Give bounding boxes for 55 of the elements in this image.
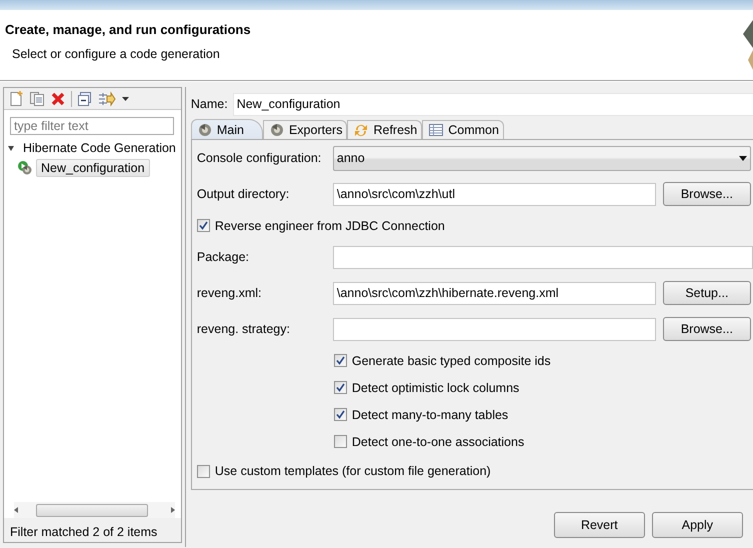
name-label: Name:	[190, 97, 228, 111]
text-field[interactable]	[332, 246, 753, 268]
logo-icon	[743, 20, 753, 70]
new-document-icon[interactable]	[8, 90, 24, 106]
checkbox-label: Use custom templates (for custom file generation)	[214, 464, 491, 478]
header-title: Create, manage, and run configurations	[4, 21, 251, 37]
field-label: Console configuration:	[196, 151, 322, 165]
text-field[interactable]: \anno\src\com\zzh\hibernate.reveng.xml	[332, 282, 656, 304]
push-button[interactable]: Setup...	[662, 281, 751, 305]
name-field[interactable]: New_configuration	[232, 92, 753, 116]
checkbox[interactable]	[334, 354, 347, 367]
copy-documents-icon[interactable]	[29, 90, 45, 106]
scroll-left-icon[interactable]	[14, 507, 18, 513]
tree-item[interactable]: New_configuration	[36, 159, 150, 177]
run-config-icon	[17, 160, 33, 176]
filter-arrows-icon[interactable]	[98, 90, 116, 106]
expander-icon[interactable]	[7, 143, 15, 153]
table-icon	[428, 122, 444, 138]
tab[interactable]: Common	[422, 120, 504, 139]
checkbox[interactable]	[196, 219, 210, 232]
field-label: Output directory:	[196, 187, 290, 201]
checkbox[interactable]	[196, 464, 210, 478]
header-subtitle: Select or configure a code generation	[11, 46, 221, 61]
checkbox-label: Generate basic typed composite ids	[352, 354, 551, 368]
checkbox[interactable]	[334, 435, 347, 448]
collapse-all-icon[interactable]	[77, 90, 93, 106]
text-field[interactable]	[332, 318, 656, 340]
field-label: Package:	[196, 250, 250, 264]
checkbox-label: Detect optimistic lock columns	[352, 380, 520, 394]
apply-button[interactable]: Apply	[652, 512, 743, 538]
caret-icon[interactable]	[738, 156, 747, 160]
tab[interactable]: Main	[190, 119, 263, 139]
dropdown[interactable]: anno	[332, 146, 751, 170]
checkbox-label: Detect one-to-one associations	[352, 434, 524, 448]
push-button[interactable]: Browse...	[662, 317, 751, 341]
delete-icon[interactable]	[50, 90, 66, 106]
config-icon	[196, 122, 213, 138]
checkbox-label: Reverse engineer from JDBC Connection	[214, 218, 445, 232]
status-text: Filter matched 2 of 2 items	[4, 518, 181, 542]
revert-button[interactable]: Revert	[554, 512, 645, 538]
scroll-right-icon[interactable]	[170, 507, 175, 513]
tab[interactable]: Exporters	[262, 120, 348, 139]
text-field[interactable]: \anno\src\com\zzh\utl	[332, 182, 656, 206]
checkbox[interactable]	[334, 408, 347, 421]
tree-item[interactable]: Hibernate Code Generation	[18, 139, 181, 157]
tab[interactable]: Refresh	[347, 120, 422, 139]
field-label: reveng. strategy:	[196, 322, 291, 336]
field-label: reveng.xml:	[196, 286, 262, 300]
horizontal-scrollbar[interactable]	[14, 502, 175, 518]
checkbox-label: Detect many-to-many tables	[352, 408, 508, 422]
push-button[interactable]: Browse...	[662, 182, 751, 206]
filter-field[interactable]: type filter text	[10, 117, 174, 135]
checkbox[interactable]	[334, 381, 347, 394]
config-icon	[268, 122, 285, 138]
refresh-icon	[353, 122, 370, 138]
